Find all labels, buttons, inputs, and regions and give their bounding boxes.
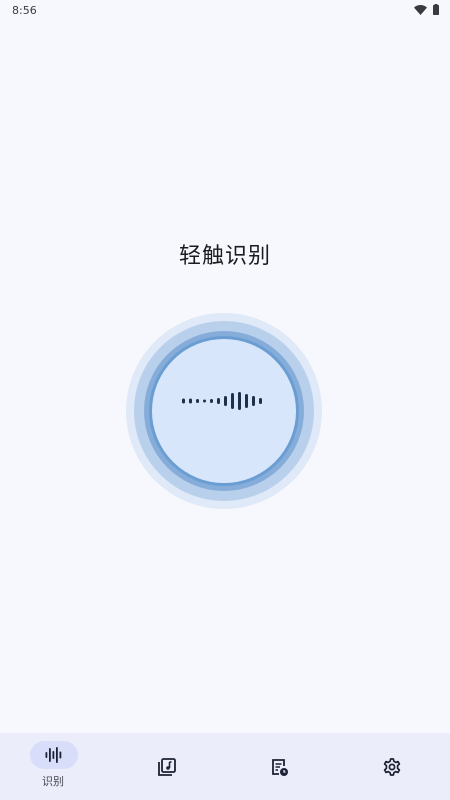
page-title: 轻触识别 <box>178 244 271 269</box>
status-icons <box>414 4 439 15</box>
wifi-icon <box>414 4 427 15</box>
battery-icon <box>433 4 439 15</box>
history-list-icon <box>272 759 288 776</box>
sound-wave-icon <box>45 747 62 763</box>
gear-icon <box>383 758 400 776</box>
nav-label-recognize: 识别 <box>42 775 64 788</box>
status-time: 8:56 <box>12 4 37 17</box>
music-library-icon <box>157 758 176 776</box>
sound-wave-icon <box>182 392 262 410</box>
recognize-button-core <box>149 336 299 486</box>
bottom-navigation: 识别 <box>0 733 450 800</box>
recognize-button[interactable] <box>126 313 322 509</box>
status-bar: 8:56 <box>0 0 450 22</box>
nav-item-settings[interactable] <box>338 733 450 800</box>
nav-item-library[interactable] <box>113 733 226 800</box>
nav-item-history[interactable] <box>225 733 338 800</box>
nav-item-recognize[interactable]: 识别 <box>0 733 113 800</box>
